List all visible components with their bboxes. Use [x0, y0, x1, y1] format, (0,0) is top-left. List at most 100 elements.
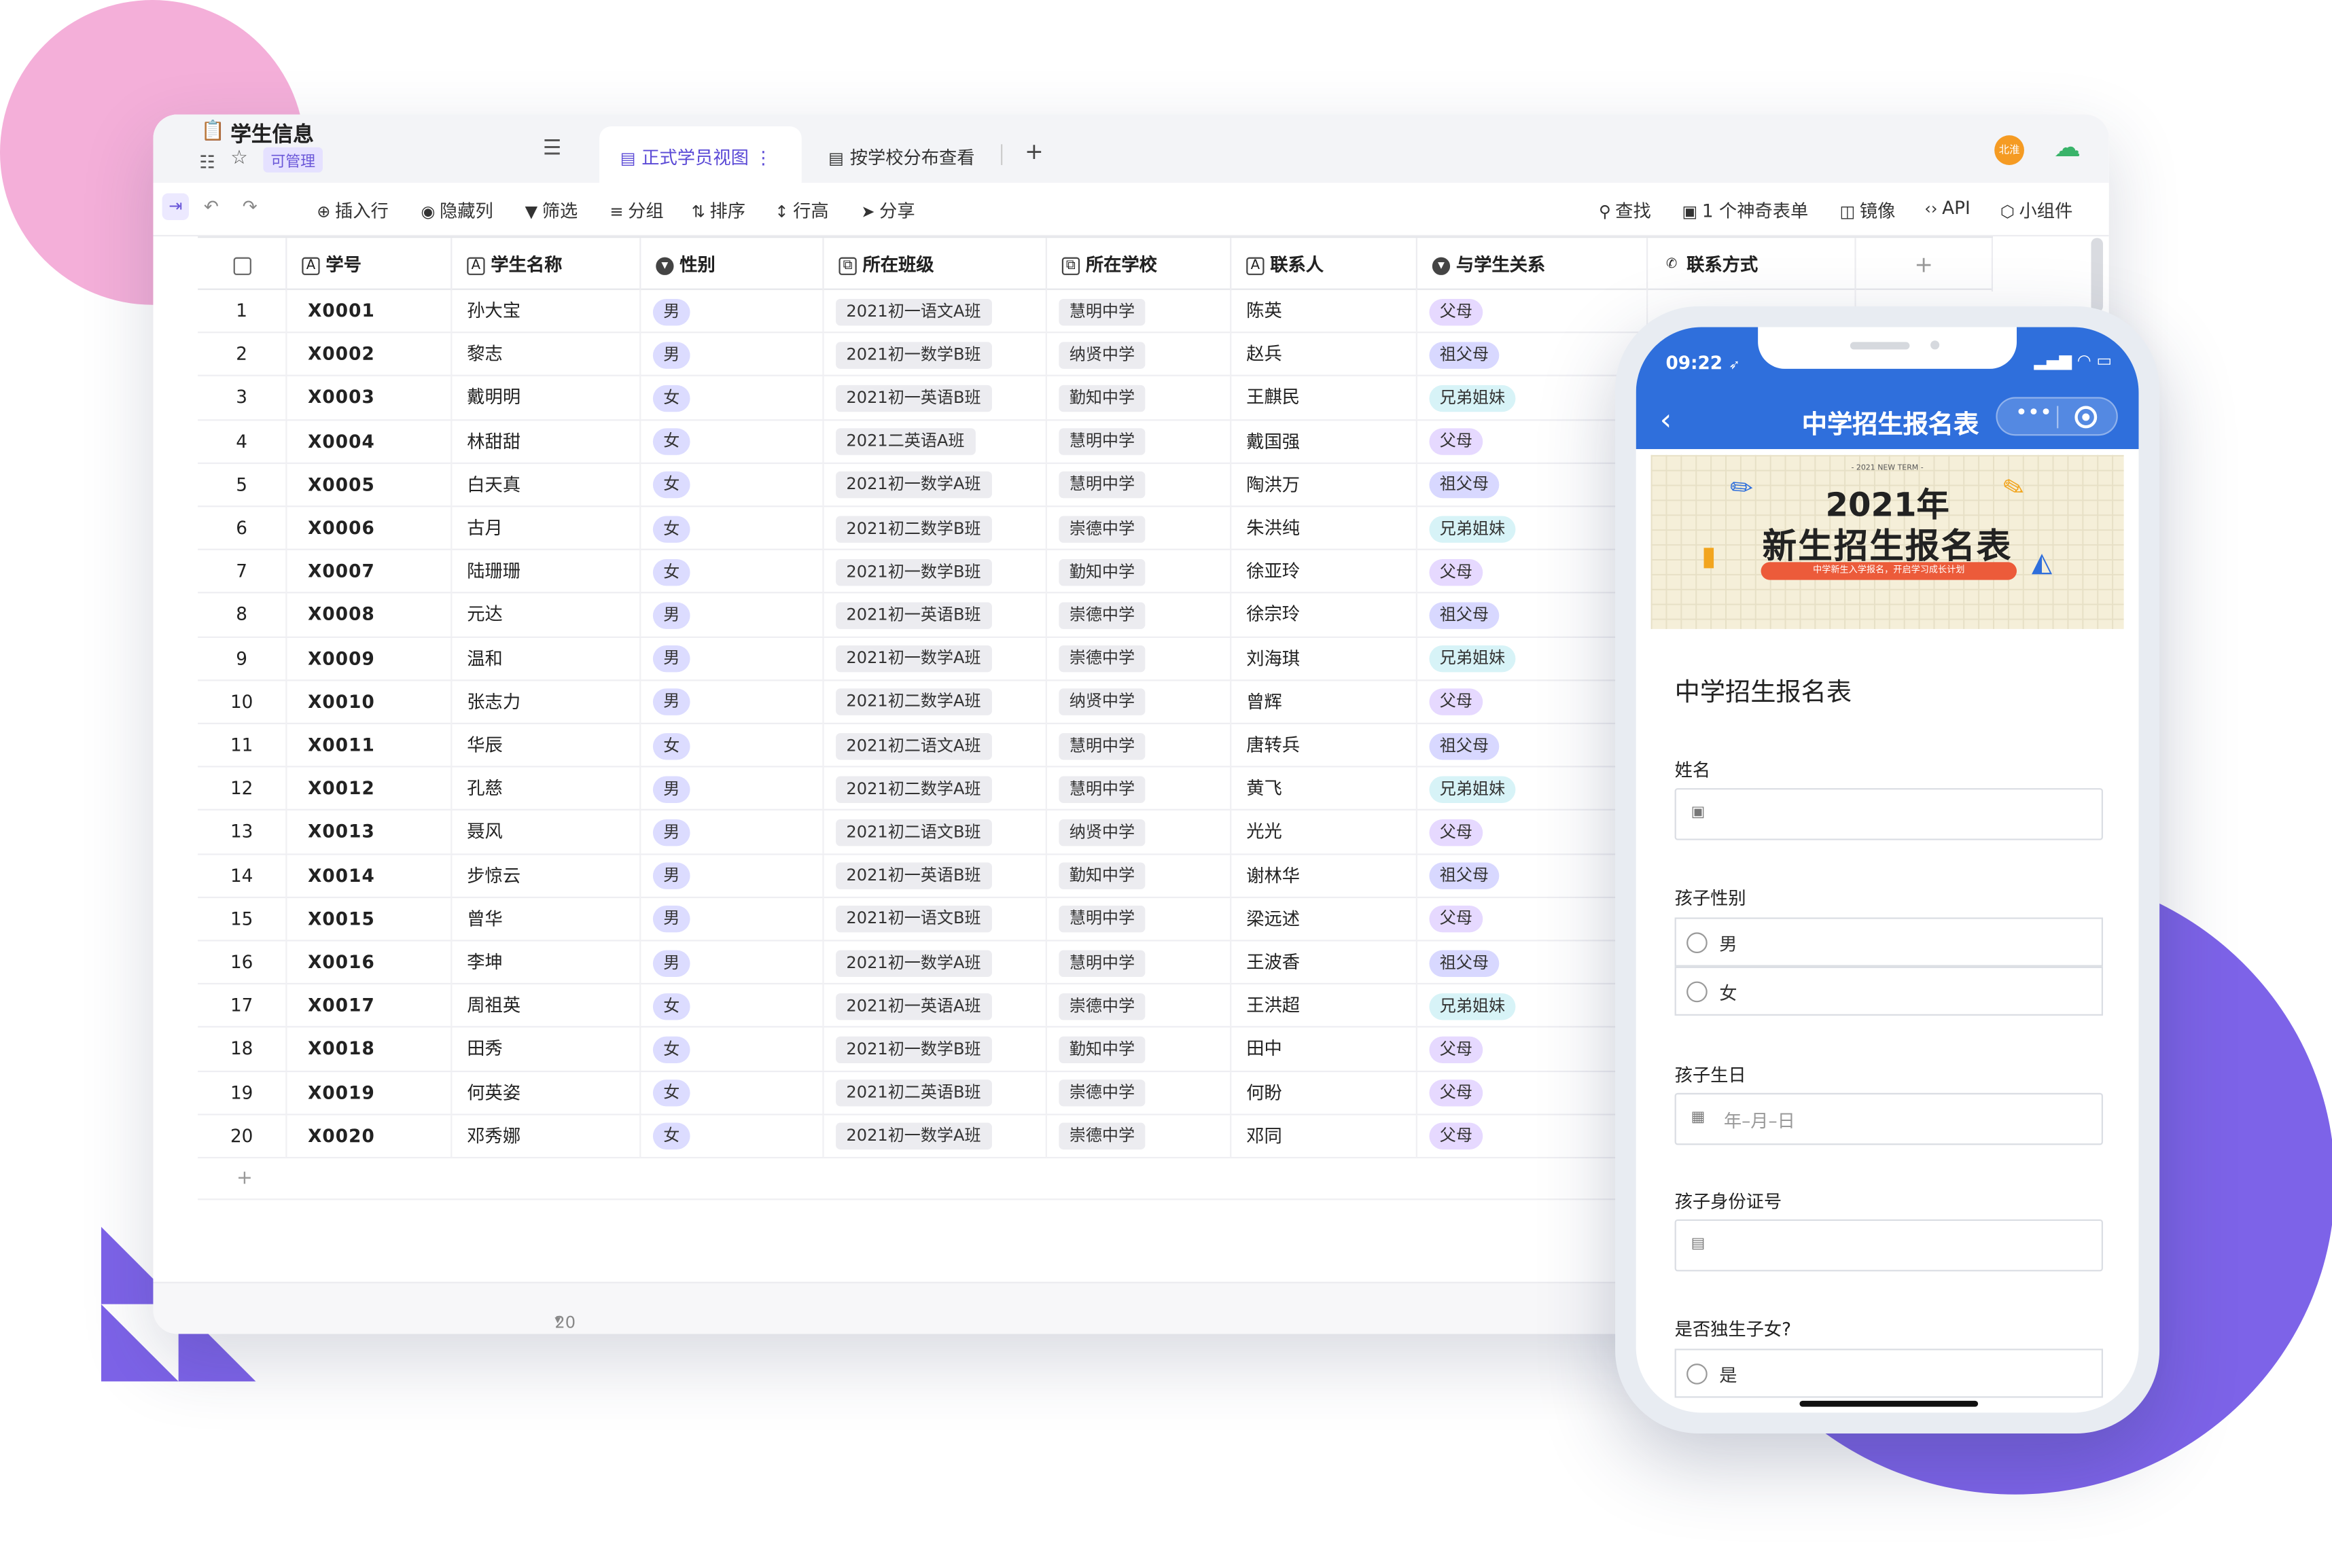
student-id-cell[interactable]: X0020 [287, 1115, 453, 1158]
row-number-cell[interactable]: 2 [198, 333, 287, 377]
class-cell[interactable]: 2021初二语文B班 [824, 810, 1047, 855]
school-cell[interactable]: 慧明中学 [1047, 724, 1232, 768]
add-tab-button[interactable]: + [1025, 139, 1044, 165]
relation-cell[interactable]: 父母 [1417, 1071, 1648, 1115]
school-cell[interactable]: 慧明中学 [1047, 289, 1232, 334]
column-header-relation[interactable]: ▾ 与学生关系 [1417, 238, 1648, 292]
class-cell[interactable]: 2021初二英语B班 [824, 1071, 1047, 1115]
student-id-cell[interactable]: X0012 [287, 767, 453, 811]
sex-cell[interactable]: 男 [641, 941, 824, 984]
class-cell[interactable]: 2021二英语A班 [824, 420, 1047, 464]
contact-cell[interactable]: 徐宗玲 [1231, 594, 1417, 637]
student-id-cell[interactable]: X0004 [287, 420, 453, 464]
sort-button[interactable]: ⇅ 排序 [692, 198, 745, 223]
row-number-cell[interactable]: 8 [198, 594, 287, 637]
contact-cell[interactable]: 陈英 [1231, 289, 1417, 334]
school-cell[interactable]: 崇德中学 [1047, 637, 1232, 681]
student-id-cell[interactable]: X0011 [287, 724, 453, 768]
row-number-cell[interactable]: 15 [198, 897, 287, 942]
sex-cell[interactable]: 女 [641, 1028, 824, 1071]
sex-cell[interactable]: 男 [641, 333, 824, 377]
contact-cell[interactable]: 王波香 [1231, 941, 1417, 984]
class-cell[interactable]: 2021初一数学A班 [824, 1115, 1047, 1158]
student-id-cell[interactable]: X0017 [287, 984, 453, 1028]
relation-cell[interactable]: 祖父母 [1417, 463, 1648, 507]
contact-cell[interactable]: 徐亚玲 [1231, 550, 1417, 594]
sidebar-toggle-icon[interactable]: ⇥ [162, 193, 189, 220]
row-number-cell[interactable]: 7 [198, 550, 287, 594]
sex-cell[interactable]: 女 [641, 376, 824, 421]
sex-cell[interactable]: 男 [641, 810, 824, 855]
student-name-cell[interactable]: 步惊云 [452, 854, 641, 898]
student-id-cell[interactable]: X0001 [287, 289, 453, 334]
student-name-cell[interactable]: 聂风 [452, 810, 641, 855]
close-target-icon[interactable] [2074, 406, 2098, 429]
row-number-cell[interactable]: 16 [198, 941, 287, 984]
student-id-cell[interactable]: X0005 [287, 463, 453, 507]
contact-cell[interactable]: 光光 [1231, 810, 1417, 855]
sex-cell[interactable]: 男 [641, 767, 824, 811]
tab-by-school[interactable]: ▤ 按学校分布查看 [808, 126, 996, 183]
group-button[interactable]: ≡ 分组 [610, 198, 663, 223]
relation-cell[interactable]: 祖父母 [1417, 594, 1648, 637]
sex-cell[interactable]: 女 [641, 463, 824, 507]
contact-cell[interactable]: 谢林华 [1231, 854, 1417, 898]
sex-cell[interactable]: 女 [641, 550, 824, 594]
student-id-cell[interactable]: X0006 [287, 507, 453, 550]
undo-icon[interactable]: ↶ [204, 196, 219, 217]
form-button[interactable]: ▣ 1 个神奇表单 [1682, 198, 1809, 223]
school-cell[interactable]: 纳贤中学 [1047, 333, 1232, 377]
relation-cell[interactable]: 祖父母 [1417, 854, 1648, 898]
class-cell[interactable]: 2021初一英语A班 [824, 984, 1047, 1028]
relation-cell[interactable]: 兄弟姐妹 [1417, 507, 1648, 550]
column-header-sex[interactable]: ▾ 性别 [641, 238, 824, 292]
capsule-menu[interactable]: ••• [1996, 397, 2118, 436]
class-cell[interactable]: 2021初一英语B班 [824, 376, 1047, 421]
class-cell[interactable]: 2021初一数学B班 [824, 1028, 1047, 1071]
column-header-school[interactable]: ⧉ 所在学校 [1047, 238, 1232, 292]
row-number-cell[interactable]: 5 [198, 463, 287, 507]
row-number-cell[interactable]: 14 [198, 854, 287, 898]
school-cell[interactable]: 慧明中学 [1047, 463, 1232, 507]
contact-cell[interactable]: 王麒民 [1231, 376, 1417, 421]
student-id-cell[interactable]: X0008 [287, 594, 453, 637]
menu-icon[interactable]: ☰ [543, 137, 561, 160]
student-id-cell[interactable]: X0013 [287, 810, 453, 855]
search-button[interactable]: ⚲ 查找 [1599, 198, 1651, 223]
row-number-cell[interactable]: 12 [198, 767, 287, 811]
class-cell[interactable]: 2021初一数学A班 [824, 941, 1047, 984]
sex-cell[interactable]: 女 [641, 724, 824, 768]
add-column-button[interactable]: + [1856, 238, 1993, 292]
column-header-contact[interactable]: A 联系人 [1231, 238, 1417, 292]
relation-cell[interactable]: 父母 [1417, 550, 1648, 594]
school-cell[interactable]: 纳贤中学 [1047, 810, 1232, 855]
api-button[interactable]: ‹› API [1924, 198, 1970, 219]
relation-cell[interactable]: 兄弟姐妹 [1417, 767, 1648, 811]
relation-cell[interactable]: 父母 [1417, 1028, 1648, 1071]
student-id-cell[interactable]: X0002 [287, 333, 453, 377]
school-cell[interactable]: 崇德中学 [1047, 1115, 1232, 1158]
contact-cell[interactable]: 赵兵 [1231, 333, 1417, 377]
relation-cell[interactable]: 祖父母 [1417, 941, 1648, 984]
select-all-checkbox[interactable] [198, 238, 287, 292]
student-id-cell[interactable]: X0018 [287, 1028, 453, 1071]
description-icon[interactable]: ☷ [199, 152, 215, 173]
tab-formal-view[interactable]: ▤ 正式学员视图 ⋮ [599, 126, 802, 183]
vertical-scrollbar[interactable] [2091, 238, 2103, 313]
relation-cell[interactable]: 祖父母 [1417, 724, 1648, 768]
contact-cell[interactable]: 唐转兵 [1231, 724, 1417, 768]
student-name-cell[interactable]: 何英姿 [452, 1071, 641, 1115]
class-cell[interactable]: 2021初二数学B班 [824, 507, 1047, 550]
student-name-cell[interactable]: 曾华 [452, 897, 641, 942]
student-id-cell[interactable]: X0014 [287, 854, 453, 898]
school-cell[interactable]: 纳贤中学 [1047, 681, 1232, 724]
contact-cell[interactable]: 刘海琪 [1231, 637, 1417, 681]
student-name-cell[interactable]: 张志力 [452, 681, 641, 724]
contact-cell[interactable]: 陶洪万 [1231, 463, 1417, 507]
class-cell[interactable]: 2021初一英语B班 [824, 594, 1047, 637]
birthday-field[interactable]: ▦ 年–月–日 [1674, 1092, 2103, 1145]
relation-cell[interactable]: 父母 [1417, 681, 1648, 724]
row-height-button[interactable]: ↕ 行高 [775, 198, 828, 223]
row-number-cell[interactable]: 3 [198, 376, 287, 421]
sex-cell[interactable]: 女 [641, 420, 824, 464]
